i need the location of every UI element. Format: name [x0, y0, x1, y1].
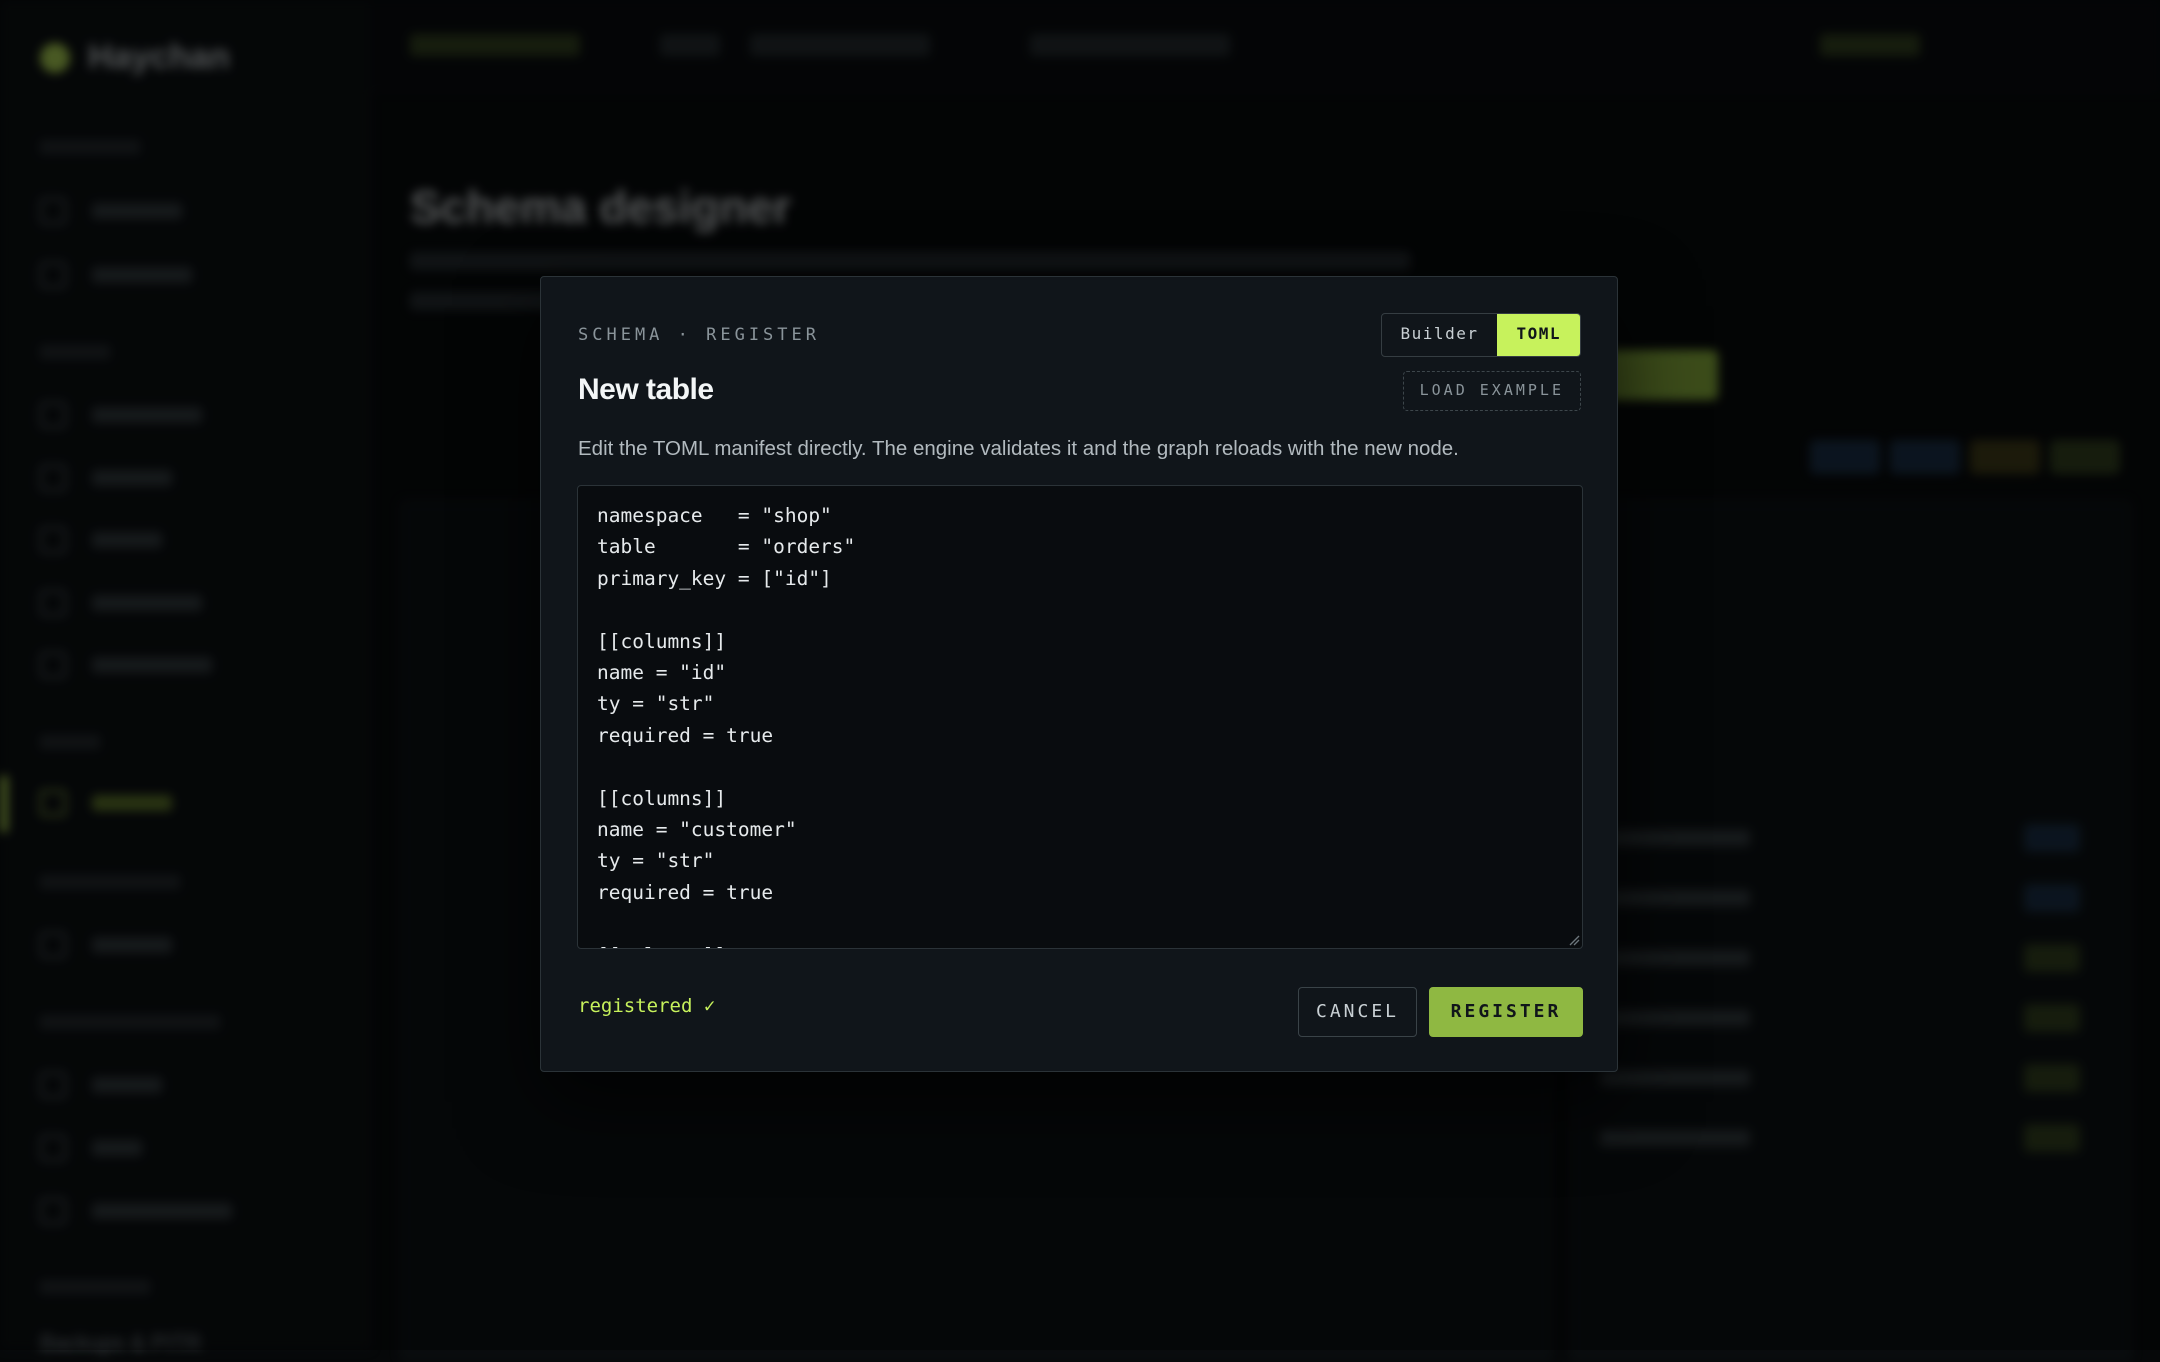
dialog-description: Edit the TOML manifest directly. The eng… [578, 437, 1459, 460]
mode-toggle: Builder TOML [1380, 313, 1581, 357]
toml-mode-button[interactable]: TOML [1497, 314, 1580, 356]
toml-editor-content[interactable]: namespace = "shop" table = "orders" prim… [578, 486, 1582, 948]
status-message: registered ✓ [578, 995, 716, 1017]
builder-mode-button[interactable]: Builder [1382, 314, 1498, 356]
dialog-title: New table [578, 373, 714, 406]
new-table-dialog: SCHEMA · REGISTER New table Builder TOML… [540, 276, 1618, 1072]
cancel-button[interactable]: CANCEL [1298, 987, 1417, 1037]
toml-editor[interactable]: namespace = "shop" table = "orders" prim… [577, 485, 1583, 949]
register-button[interactable]: REGISTER [1429, 987, 1583, 1037]
load-example-button[interactable]: LOAD EXAMPLE [1402, 371, 1581, 411]
dialog-eyebrow: SCHEMA · REGISTER [578, 325, 820, 345]
resize-handle-icon[interactable] [1568, 934, 1580, 946]
